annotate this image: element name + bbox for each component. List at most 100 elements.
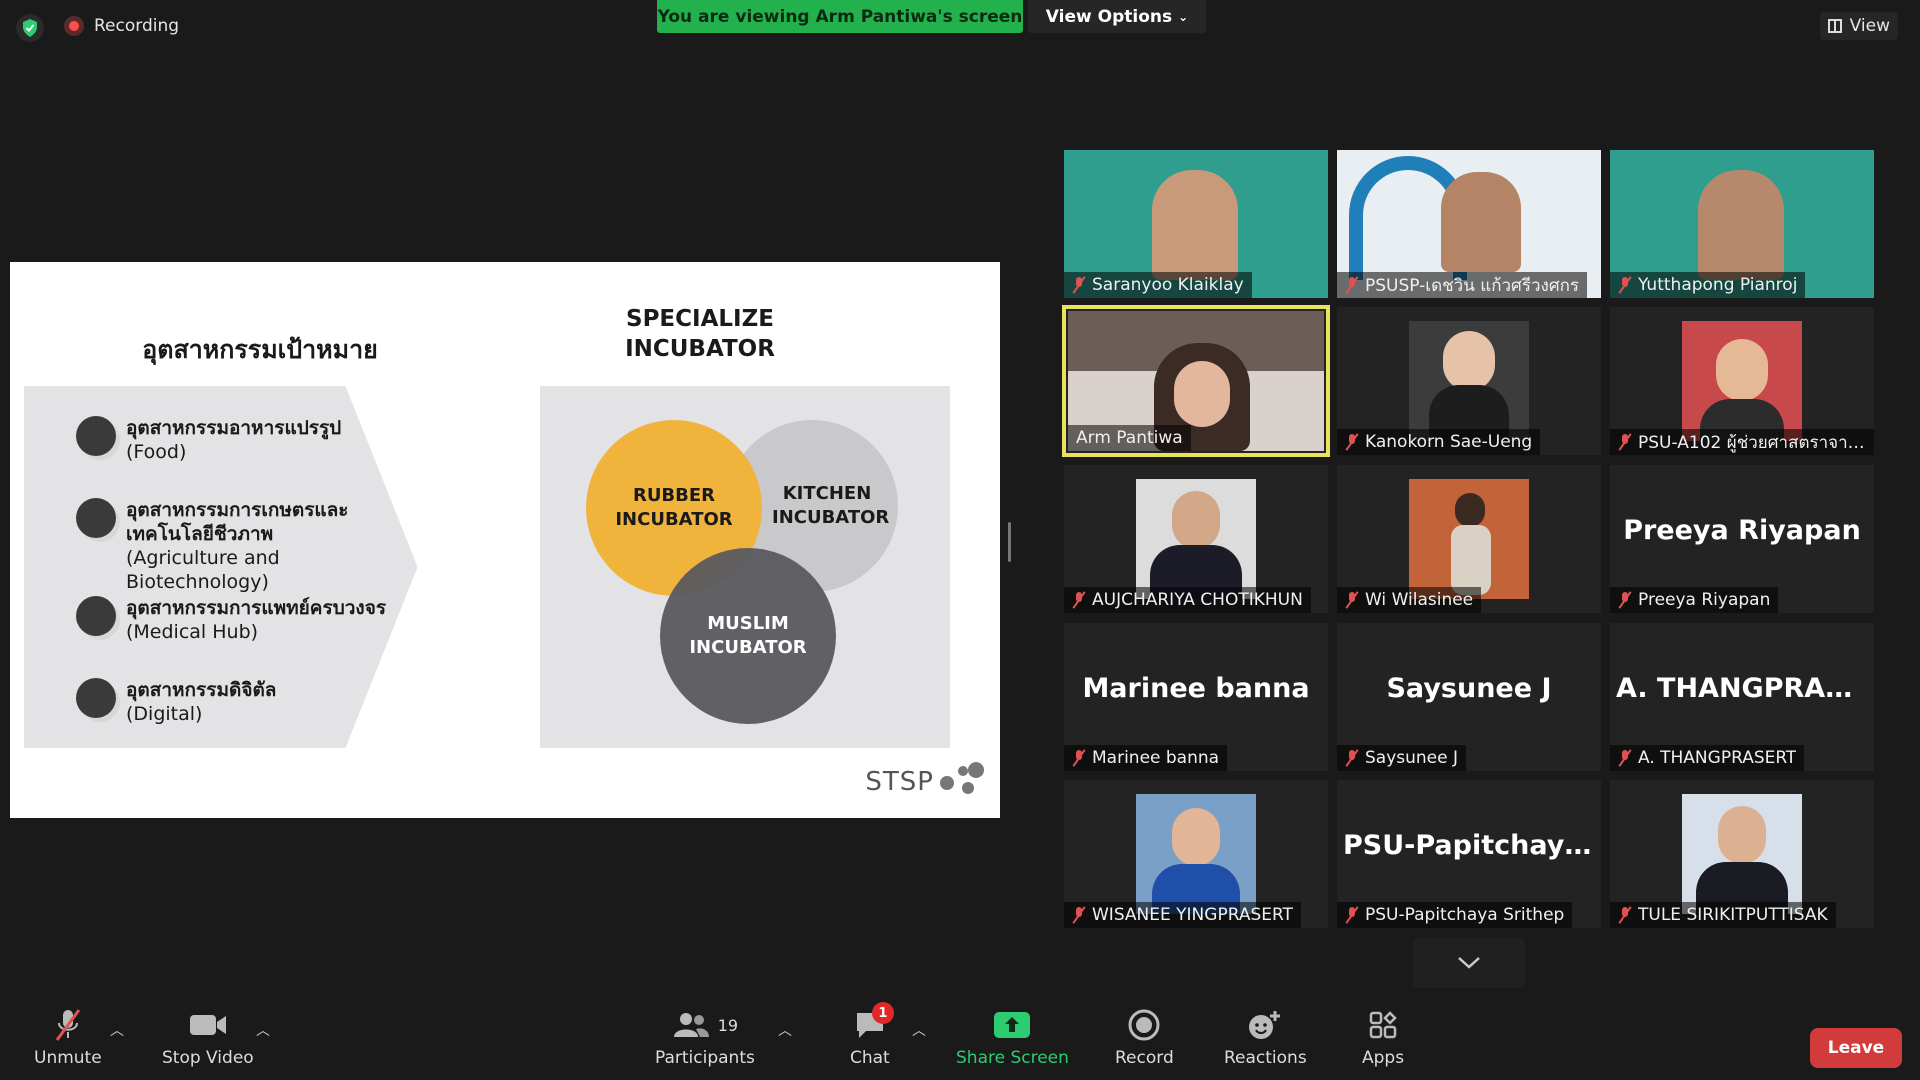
slide-right-title-line2: INCUBATOR <box>625 336 775 362</box>
participant-tile[interactable]: TULE SIRIKITPUTTISAK <box>1610 780 1874 928</box>
nameplate: Arm Pantiwa <box>1068 425 1191 451</box>
mic-muted-icon <box>1072 750 1086 766</box>
view-options-button[interactable]: View Options ⌄ <box>1028 0 1206 33</box>
avatar <box>1136 794 1256 914</box>
slide-left-title: อุตสาหกรรมเป้าหมาย <box>142 335 378 364</box>
stop-video-label: Stop Video <box>162 1048 254 1068</box>
chevron-down-icon: ⌄ <box>1178 9 1189 24</box>
industry-th: อุตสาหกรรมอาหารแปรรูป <box>126 417 342 439</box>
unmute-button[interactable]: Unmute <box>34 1008 102 1068</box>
muslim-incubator-label: MUSLIM INCUBATOR <box>689 613 807 658</box>
participant-name: PSU-Papitchaya Srithep <box>1365 905 1565 925</box>
muslim-incubator-circle: MUSLIM INCUBATOR <box>660 548 836 724</box>
participants-options-caret-icon[interactable]: ︿ <box>778 1020 792 1040</box>
participant-tile[interactable]: Kanokorn Sae-Ueng <box>1337 307 1601 455</box>
video-camera-icon <box>189 1008 227 1042</box>
share-screen-button[interactable]: Share Screen <box>956 1008 1069 1068</box>
nameplate: Preeya Riyapan <box>1610 587 1779 613</box>
nameplate: TULE SIRIKITPUTTISAK <box>1610 902 1836 928</box>
face-shape <box>1174 361 1230 427</box>
participant-name: Wi Wilasinee <box>1365 590 1474 610</box>
record-button[interactable]: Record <box>1115 1008 1174 1068</box>
participants-button[interactable]: 19 Participants <box>655 1008 755 1068</box>
participant-display-name: PSU-Papitchaya... <box>1343 830 1601 861</box>
nameplate: PSU-Papitchaya Srithep <box>1337 902 1573 928</box>
apps-button[interactable]: Apps <box>1362 1008 1404 1068</box>
chevron-down-icon <box>1458 957 1480 969</box>
gallery-next-page-button[interactable] <box>1413 938 1525 988</box>
recording-label: Recording <box>94 16 180 36</box>
slide-right-title-line1: SPECIALIZE <box>626 306 774 332</box>
participant-name: TULE SIRIKITPUTTISAK <box>1638 905 1828 925</box>
splitter-handle[interactable] <box>1008 522 1011 562</box>
reactions-button[interactable]: Reactions <box>1224 1008 1307 1068</box>
participant-display-name: Preeya Riyapan <box>1623 515 1861 546</box>
security-shield-icon[interactable] <box>16 14 44 42</box>
participant-tile-active-speaker[interactable]: Arm Pantiwa <box>1062 305 1330 457</box>
participant-tile[interactable]: Saysunee J Saysunee J <box>1337 623 1601 771</box>
chat-unread-badge: 1 <box>871 1002 894 1024</box>
industry-item: อุตสาหกรรมการเกษตรและ เทคโนโลยีชีวภาพ (Ag… <box>24 498 426 594</box>
shared-screen-slide: อุตสาหกรรมเป้าหมาย SPECIALIZE INCUBATOR … <box>10 262 1000 818</box>
recording-indicator[interactable]: Recording <box>64 16 179 36</box>
stsp-logo-dots-icon <box>938 762 984 802</box>
nameplate: PSUSP-เดชวิน แก้วศรีวงศกร <box>1337 272 1588 298</box>
nameplate: A. THANGPRASERT <box>1610 745 1805 771</box>
nameplate: AUJCHARIYA CHOTIKHUN <box>1064 587 1311 613</box>
participant-name: AUJCHARIYA CHOTIKHUN <box>1092 590 1303 610</box>
participant-tile[interactable]: PSU-Papitchaya... PSU-Papitchaya Srithep <box>1337 780 1601 928</box>
stsp-logo: STSP <box>865 762 984 802</box>
rubber-incubator-label: RUBBER INCUBATOR <box>615 485 733 530</box>
mic-muted-icon <box>1345 277 1359 293</box>
industry-en: (Food) <box>126 441 187 463</box>
participant-tile[interactable]: Yutthapong Pianroj <box>1610 150 1874 298</box>
industry-item: อุตสาหกรรมการแพทย์ครบวงจร (Medical Hub) <box>24 596 386 644</box>
participant-name: Saysunee J <box>1365 748 1459 768</box>
industry-en: (Medical Hub) <box>126 621 259 643</box>
participant-name: Preeya Riyapan <box>1638 590 1771 610</box>
participant-name: Arm Pantiwa <box>1076 428 1183 448</box>
nameplate: Yutthapong Pianroj <box>1610 272 1806 298</box>
participant-tile[interactable]: Saranyoo Klaiklay <box>1064 150 1328 298</box>
unmute-label: Unmute <box>34 1048 102 1068</box>
audio-options-caret-icon[interactable]: ︿ <box>110 1020 124 1040</box>
participant-display-name: Saysunee J <box>1386 673 1552 704</box>
participant-tile[interactable]: AUJCHARIYA CHOTIKHUN <box>1064 465 1328 613</box>
nameplate: Kanokorn Sae-Ueng <box>1337 429 1541 455</box>
meeting-toolbar: Unmute ︿ Stop Video ︿ 19 Participants ︿ … <box>0 990 1920 1080</box>
nameplate: WISANEE YINGPRASERT <box>1064 902 1301 928</box>
mic-muted-icon <box>1072 277 1086 293</box>
nameplate: Saranyoo Klaiklay <box>1064 272 1252 298</box>
video-options-caret-icon[interactable]: ︿ <box>256 1020 270 1040</box>
industry-en: (Digital) <box>126 703 203 725</box>
nameplate: Wi Wilasinee <box>1337 587 1482 613</box>
participant-tile[interactable]: Marinee banna Marinee banna <box>1064 623 1328 771</box>
participant-name: A. THANGPRASERT <box>1638 748 1797 768</box>
share-screen-icon <box>993 1008 1031 1042</box>
avatar <box>1409 321 1529 441</box>
leave-button[interactable]: Leave <box>1810 1028 1902 1068</box>
mic-muted-icon <box>1618 592 1632 608</box>
participant-tile[interactable]: WISANEE YINGPRASERT <box>1064 780 1328 928</box>
layout-icon <box>1827 19 1842 33</box>
mic-muted-icon <box>1618 907 1632 923</box>
participant-display-name: A. THANGPRAS... <box>1616 673 1874 704</box>
participant-tile[interactable]: Preeya Riyapan Preeya Riyapan <box>1610 465 1874 613</box>
stop-video-button[interactable]: Stop Video <box>162 1008 254 1068</box>
participant-tile[interactable]: PSUSP-เดชวิน แก้วศรีวงศกร <box>1337 150 1601 298</box>
participants-count: 19 <box>717 1015 739 1035</box>
nameplate: Marinee banna <box>1064 745 1228 771</box>
participant-tile[interactable]: PSU-A102 ผู้ช่วยศาสตราจาร... <box>1610 307 1874 455</box>
bullet-icon <box>76 596 116 636</box>
chat-options-caret-icon[interactable]: ︿ <box>912 1020 926 1040</box>
avatar <box>1409 479 1529 599</box>
view-button[interactable]: View <box>1819 12 1898 40</box>
participant-tile[interactable]: A. THANGPRAS... A. THANGPRASERT <box>1610 623 1874 771</box>
participant-tile[interactable]: Wi Wilasinee <box>1337 465 1601 613</box>
person-silhouette <box>1152 170 1238 280</box>
participants-label: Participants <box>655 1048 755 1068</box>
mic-muted-icon <box>1072 907 1086 923</box>
participant-name: Saranyoo Klaiklay <box>1092 275 1244 295</box>
chat-label: Chat <box>850 1048 890 1068</box>
chat-button[interactable]: 1 Chat <box>850 1002 894 1068</box>
